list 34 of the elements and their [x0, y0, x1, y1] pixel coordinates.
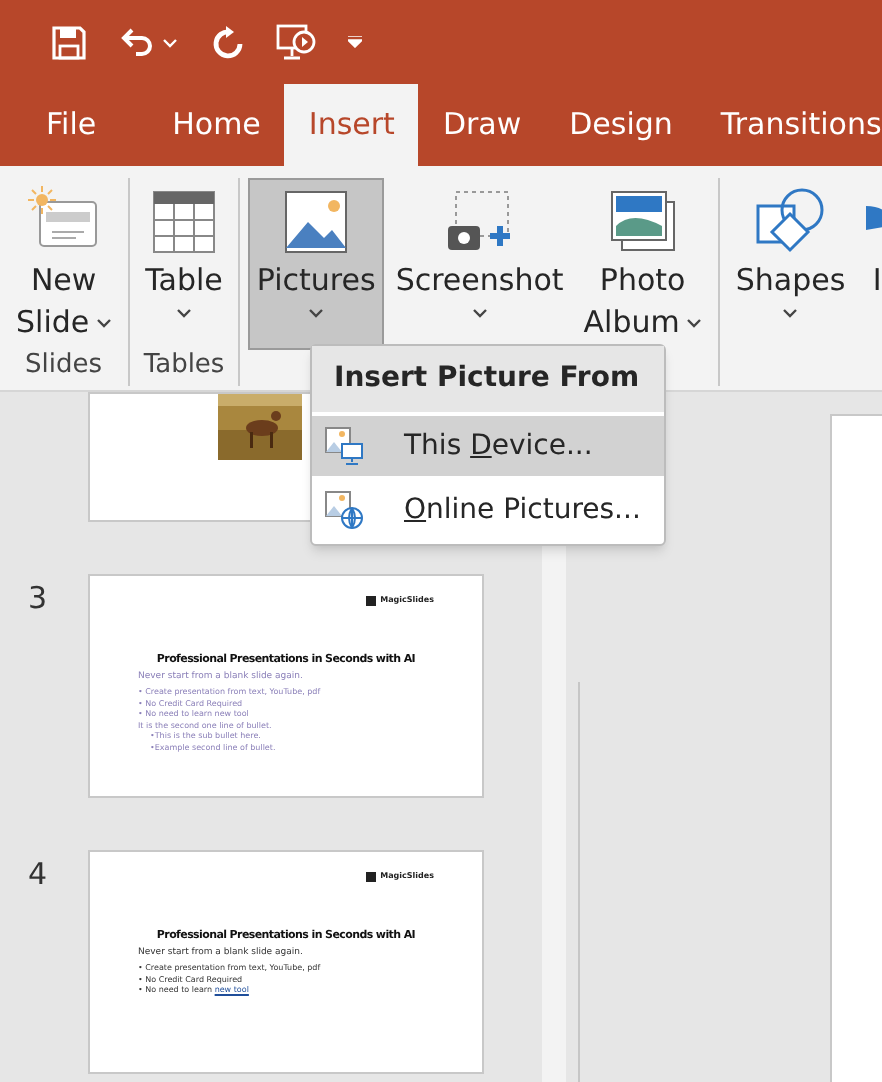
picture-monitor-icon [324, 426, 364, 466]
ribbon-button[interactable]: I [857, 178, 882, 350]
slide-thumbnail[interactable] [88, 574, 484, 798]
ribbon-button[interactable]: Screenshot [387, 178, 572, 350]
customize-icon[interactable] [348, 36, 362, 48]
icon-icon [865, 206, 882, 230]
group-label: Tables [143, 350, 225, 382]
table-icon [148, 186, 220, 258]
ribbon-tab[interactable]: Design [545, 84, 697, 166]
menu-item[interactable]: Online Pictures... [312, 480, 664, 540]
menu-header: Insert Picture From [312, 346, 664, 412]
shapes-icon [754, 186, 827, 258]
redo-icon[interactable] [210, 25, 244, 59]
save-icon[interactable] [52, 25, 86, 59]
ribbon-button[interactable]: Table [137, 178, 231, 350]
undo-icon[interactable] [118, 27, 154, 57]
ribbon-tab[interactable]: Draw [418, 84, 546, 166]
logo-icon [366, 595, 377, 605]
picture-globe-icon [324, 490, 364, 530]
slideshow-icon[interactable] [276, 24, 316, 60]
ribbon-button[interactable]: Pictures [248, 178, 384, 350]
slide-number: 3 [28, 580, 48, 616]
menu-item[interactable]: This Device... [312, 416, 664, 476]
ribbon-tab[interactable]: Transitions [696, 84, 882, 166]
ribbon-button[interactable]: Shapes [727, 178, 854, 350]
group-label: Slides [25, 350, 103, 382]
caret-icon [162, 37, 178, 47]
logo-icon [366, 871, 377, 881]
ribbon-tab[interactable]: Home [148, 84, 285, 166]
picture-icon [280, 186, 353, 258]
ribbon-button[interactable]: New Slide [8, 178, 120, 350]
ribbon-tab[interactable]: Insert [284, 84, 419, 166]
ribbon-tab[interactable]: File [22, 84, 121, 166]
slide-number: 4 [28, 856, 48, 892]
